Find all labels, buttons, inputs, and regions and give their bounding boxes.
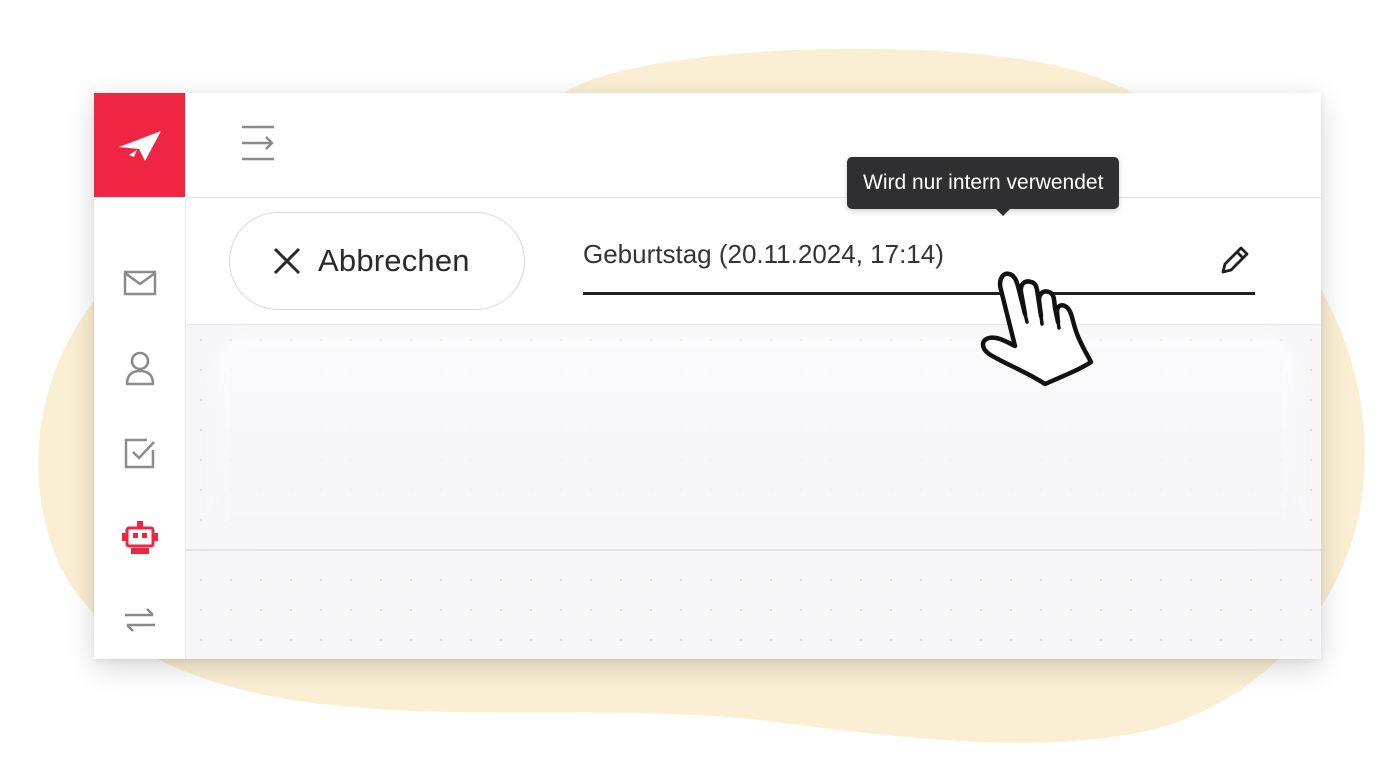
editor-toolbar: Abbrechen Geburtstag (20.11.2024, 17:14) [186,198,1321,325]
paper-plane-icon [118,131,161,161]
checkbox-icon [124,438,155,469]
automation-name-field[interactable]: Geburtstag (20.11.2024, 17:14) [583,228,1255,295]
automation-name-value: Geburtstag (20.11.2024, 17:14) [583,239,944,269]
brand-logo[interactable] [94,93,185,197]
screenshot-stage: Abbrechen Geburtstag (20.11.2024, 17:14) [0,0,1400,763]
sidebar-item-contacts[interactable] [94,338,185,398]
tooltip-arrow [995,208,1011,216]
close-icon [273,247,301,275]
cancel-button[interactable]: Abbrechen [229,212,525,310]
user-icon [125,351,154,386]
robot-icon [121,521,158,554]
menu-toggle-icon [242,125,274,161]
hand-pointer-icon [980,271,1094,387]
sidebar-item-automation[interactable] [94,508,185,568]
main-area: Abbrechen Geburtstag (20.11.2024, 17:14) [186,93,1321,659]
workflow-canvas[interactable] [186,325,1321,659]
app-window: Abbrechen Geburtstag (20.11.2024, 17:14) [94,93,1321,659]
sidebar [94,93,186,659]
edit-name-button[interactable] [1217,242,1253,278]
canvas-shade [216,335,1296,545]
canvas-divider [186,549,1321,551]
menu-toggle-button[interactable] [238,123,278,163]
transfer-arrows-icon [124,608,155,632]
sidebar-item-tasks[interactable] [94,423,185,483]
mail-icon [123,270,156,296]
top-bar [186,93,1321,198]
pencil-icon [1221,246,1249,274]
cancel-button-label: Abbrechen [318,243,470,278]
tooltip: Wird nur intern verwendet [847,157,1120,209]
sidebar-item-mail[interactable] [94,253,185,313]
sidebar-item-sync[interactable] [94,590,185,650]
